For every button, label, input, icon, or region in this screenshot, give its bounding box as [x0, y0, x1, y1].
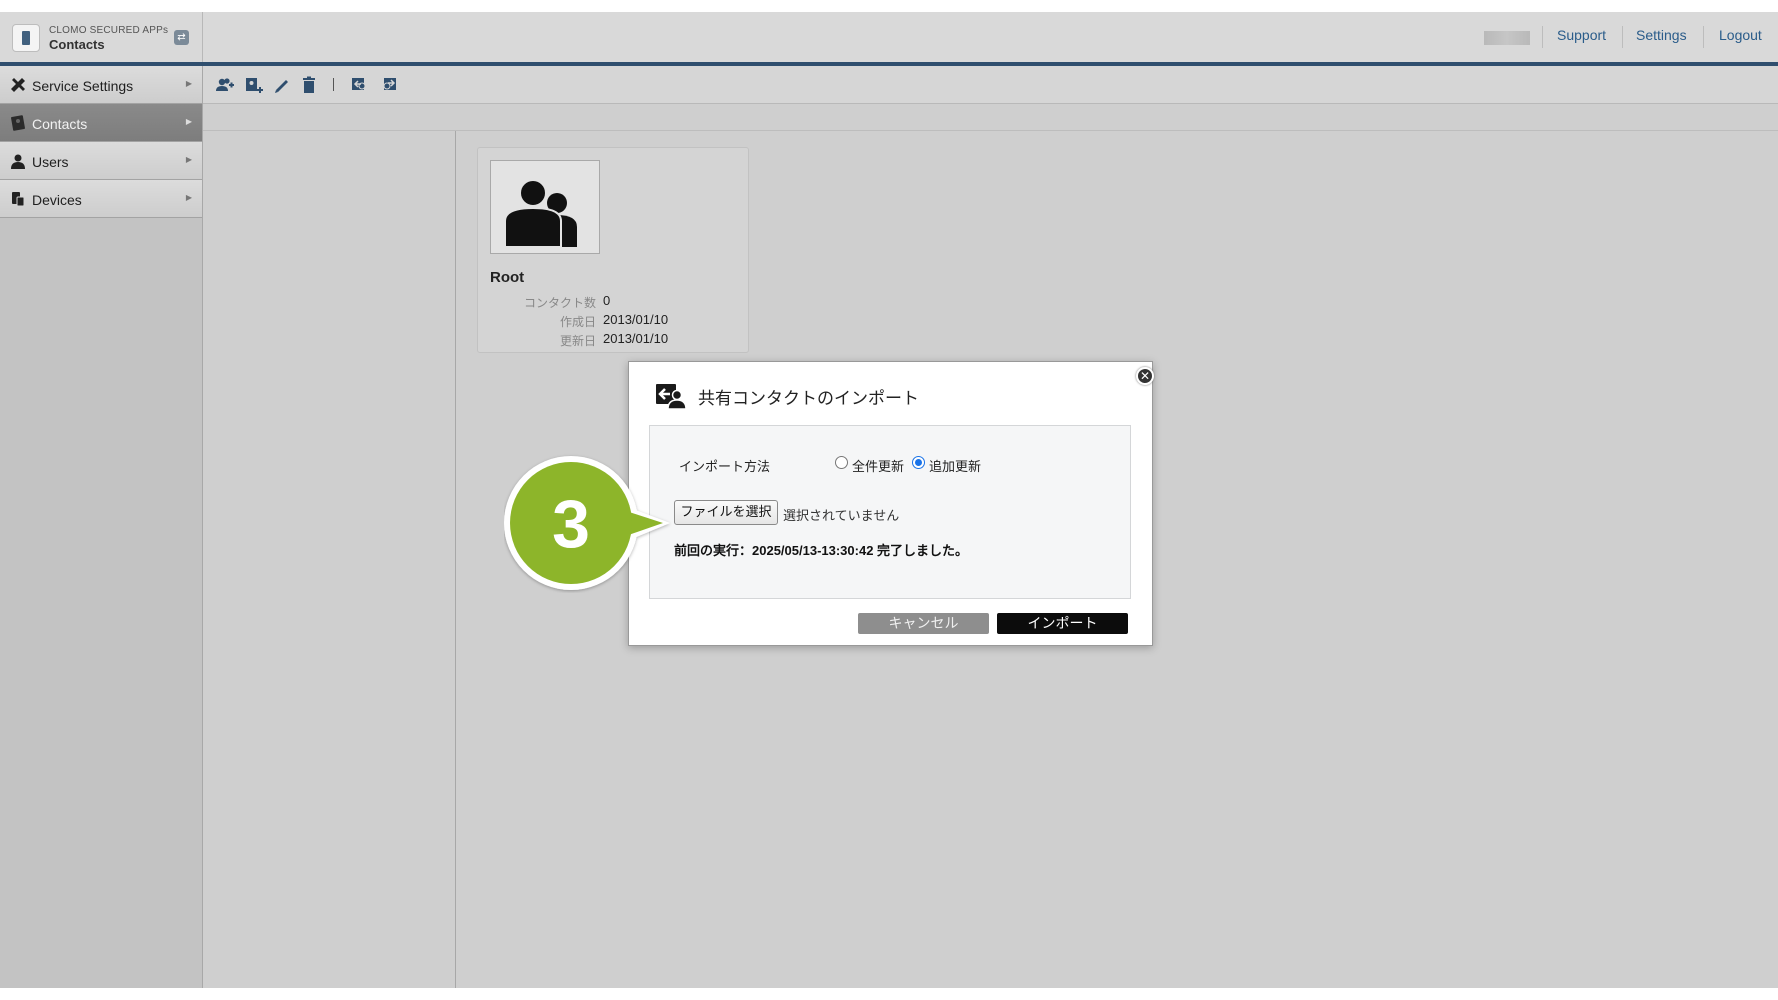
devices-icon	[10, 191, 26, 207]
brand-block: CLOMO SECURED APPs Contacts ⇄	[0, 12, 203, 62]
chevron-right-icon: ▶	[185, 155, 192, 164]
full-update-radio[interactable]	[835, 456, 848, 469]
close-icon[interactable]: ✕	[1136, 367, 1154, 385]
updated-date-label: 更新日	[559, 334, 596, 348]
toolbar-subbar	[203, 104, 1778, 131]
import-contacts-icon	[655, 381, 687, 410]
header-divider	[1542, 26, 1543, 48]
step-number: 3	[552, 486, 590, 562]
trash-icon[interactable]	[299, 75, 319, 95]
created-date-label: 作成日	[559, 315, 596, 329]
step-callout: 3	[504, 456, 670, 590]
import-button[interactable]: インポート	[997, 613, 1128, 634]
header-divider	[1703, 26, 1704, 48]
sidebar-item-contacts[interactable]: Contacts ▶	[0, 104, 202, 142]
sidebar-item-label: Devices	[32, 192, 82, 208]
file-status-text: 選択されていません	[783, 508, 900, 523]
chevron-right-icon: ▶	[185, 117, 192, 126]
append-update-label[interactable]: 追加更新	[929, 456, 981, 475]
root-group-card[interactable]: Root コンタクト数 0 作成日 2013/01/10 更新日 2013/01…	[477, 147, 749, 353]
append-update-radio[interactable]	[912, 456, 925, 469]
header-divider	[1622, 26, 1623, 48]
group-tree-pane	[203, 131, 456, 988]
export-icon[interactable]	[379, 75, 399, 95]
created-date-value: 2013/01/10	[603, 312, 669, 327]
user-icon	[10, 153, 26, 169]
sidebar-item-devices[interactable]: Devices ▶	[0, 180, 202, 218]
brand-suite-name: CLOMO SECURED APPs	[49, 25, 169, 36]
choose-file-button[interactable]: ファイルを選択	[674, 500, 778, 525]
app-logo-icon	[12, 24, 40, 52]
sidebar-item-label: Contacts	[32, 116, 88, 132]
edit-icon[interactable]	[272, 75, 292, 95]
add-group-icon[interactable]	[244, 75, 264, 95]
app-window: CLOMO SECURED APPs Contacts ⇄ Support Se…	[0, 12, 1778, 988]
contact-count-value: 0	[603, 293, 611, 308]
support-link[interactable]: Support	[1557, 27, 1606, 43]
app-switch-icon[interactable]: ⇄	[174, 30, 189, 45]
last-run-status: 前回の実行：2025/05/13-13:30:42 完了しました。	[674, 543, 969, 558]
full-update-label[interactable]: 全件更新	[852, 456, 904, 475]
chevron-right-icon: ▶	[185, 193, 192, 202]
tools-icon	[10, 77, 26, 93]
cancel-button[interactable]: キャンセル	[858, 613, 989, 634]
top-header: CLOMO SECURED APPs Contacts ⇄ Support Se…	[0, 12, 1778, 62]
sidebar-item-service-settings[interactable]: Service Settings ▶	[0, 66, 202, 104]
toolbar-divider	[333, 78, 334, 91]
contacts-book-icon	[10, 115, 26, 131]
sidebar-item-label: Service Settings	[32, 78, 134, 94]
sidebar-item-users[interactable]: Users ▶	[0, 142, 202, 180]
group-people-icon	[504, 179, 577, 247]
chevron-right-icon: ▶	[185, 79, 192, 88]
dialog-title: 共有コンタクトのインポート	[698, 389, 919, 408]
logout-link[interactable]: Logout	[1719, 27, 1762, 43]
group-name: Root	[490, 269, 525, 286]
import-method-label: インポート方法	[679, 459, 771, 474]
updated-date-value: 2013/01/10	[603, 331, 669, 346]
group-avatar	[490, 160, 600, 254]
add-contact-icon[interactable]	[215, 75, 235, 95]
sidebar-item-label: Users	[32, 154, 69, 170]
import-form-panel: インポート方法 全件更新 追加更新 ファイルを選択 選択されていません 前回の実…	[649, 425, 1131, 599]
user-name-redacted	[1484, 31, 1530, 45]
contact-count-label: コンタクト数	[523, 296, 596, 310]
sidebar: Service Settings ▶ Contacts ▶ Users ▶ De…	[0, 66, 203, 988]
toolbar	[203, 66, 1778, 104]
brand-app-name: Contacts	[49, 37, 105, 52]
import-dialog: 共有コンタクトのインポート インポート方法 全件更新 追加更新 ファイルを選択 …	[628, 361, 1153, 646]
import-icon[interactable]	[350, 75, 370, 95]
settings-link[interactable]: Settings	[1636, 27, 1687, 43]
